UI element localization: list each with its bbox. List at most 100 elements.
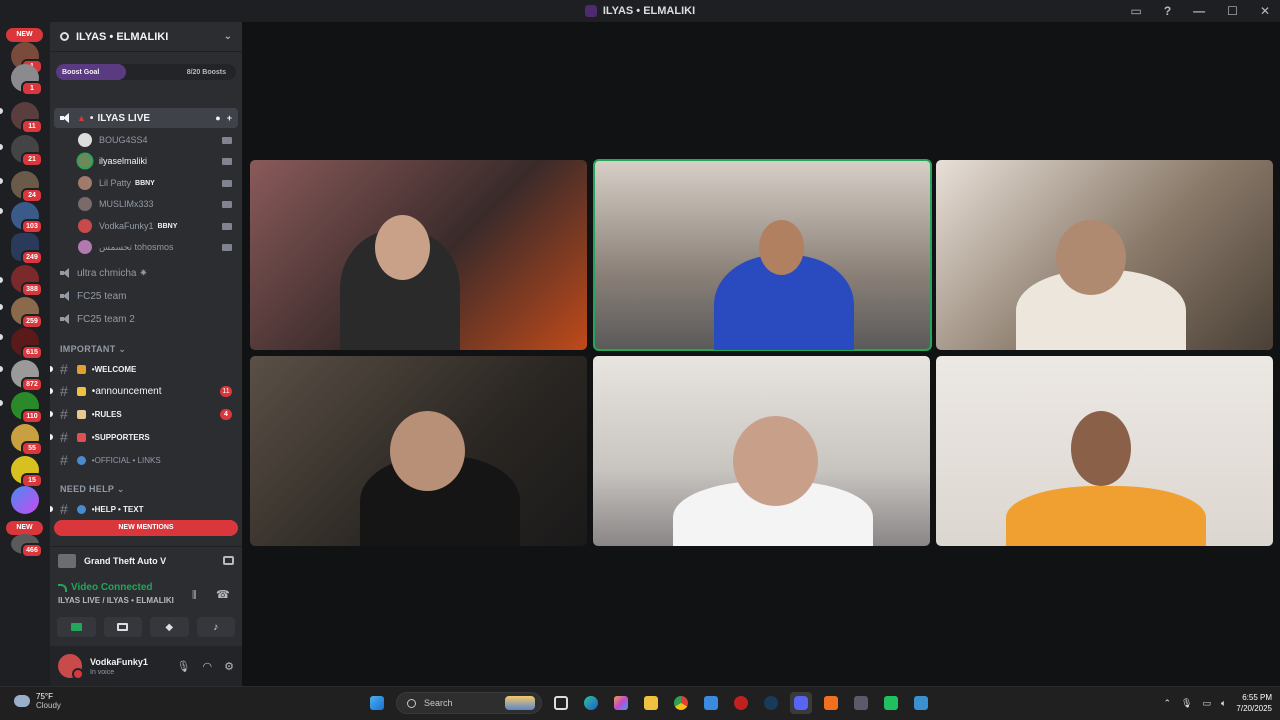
unread-pip [50, 388, 53, 394]
camera-button[interactable] [57, 617, 96, 637]
category-need-help[interactable]: NEED HELP ⌄ [60, 484, 125, 495]
steam-button[interactable] [760, 692, 782, 714]
volume-icon[interactable]: 🔈︎ [1221, 698, 1226, 709]
window-title: ILYAS • ELMALIKI [602, 5, 696, 17]
folder-icon [644, 696, 658, 710]
text-channel[interactable]: # • announcement 11 [50, 381, 238, 401]
screen-share-button[interactable] [103, 617, 142, 637]
voice-user[interactable]: Lil Patty BBNY [78, 173, 238, 193]
maximize-button[interactable]: ☐ [1227, 4, 1238, 18]
participant-head [733, 416, 818, 506]
camera-icon [70, 623, 82, 631]
video-tile[interactable] [936, 356, 1273, 546]
screen-share-icon[interactable] [223, 556, 234, 565]
server-icon[interactable]: 24 [11, 171, 43, 203]
disconnect-icon[interactable]: ☎ [216, 588, 230, 601]
voice-user[interactable]: تحسمس tohosmos [78, 237, 238, 257]
soundboard-button[interactable]: ♪ [196, 617, 235, 637]
chat-icon[interactable]: ● [215, 113, 220, 123]
microphone-icon[interactable]: 🎙︎ [1181, 698, 1192, 709]
voice-user-name: تحسمس tohosmos [99, 241, 174, 252]
server-icon[interactable]: 388 [11, 265, 43, 297]
server-icon[interactable]: 466 [11, 534, 43, 558]
server-icon[interactable]: 872 [11, 360, 43, 392]
text-channel[interactable]: # • HELP • TEXT [50, 499, 238, 519]
server-icon[interactable] [11, 486, 39, 514]
camera-icon [222, 200, 232, 208]
copilot-button[interactable] [610, 692, 632, 714]
microphone-icon[interactable]: 🎙︎ [177, 660, 191, 673]
user-avatar[interactable] [58, 654, 84, 680]
server-header[interactable]: ILYAS • ELMALIKI ⌄ [50, 22, 242, 52]
help-icon[interactable]: ? [1164, 4, 1171, 18]
invite-icon[interactable]: + [227, 113, 232, 123]
boost-goal-bar[interactable]: Boost Goal 8/20 Boosts [56, 64, 236, 80]
noise-suppression-icon[interactable]: ⫼ [192, 590, 197, 601]
server-icon[interactable]: 15 [11, 456, 43, 488]
steam-icon [764, 696, 778, 710]
minimize-button[interactable]: — [1193, 4, 1205, 18]
voice-user[interactable]: MUSLIMx333 [78, 194, 238, 214]
task-view-button[interactable] [550, 692, 572, 714]
voice-channel[interactable]: ultra chmicha ✷ [54, 263, 238, 283]
server-icon[interactable]: 259 [11, 297, 43, 329]
server-icon[interactable]: 55 [11, 424, 43, 456]
category-important[interactable]: IMPORTANT ⌄ [60, 344, 126, 355]
participant-head [390, 411, 465, 491]
text-channel[interactable]: # • RULES 4 [50, 404, 238, 424]
voice-channel-ilyas-live[interactable]: ▲ • ILYAS LIVE ● + [54, 108, 238, 128]
server-icon[interactable]: 1 [11, 64, 43, 96]
server-icon[interactable]: 21 [11, 135, 43, 167]
video-tile-speaking[interactable] [593, 159, 932, 351]
time: 6:55 PM [1242, 693, 1272, 702]
voice-channel[interactable]: FC25 team [54, 286, 238, 306]
gear-icon[interactable]: ⚙ [224, 660, 234, 673]
connected-channel[interactable]: ILYAS LIVE / ILYAS • ELMALIKI [58, 596, 234, 605]
participant-head [375, 215, 430, 280]
video-tile[interactable] [936, 160, 1273, 350]
display-icon[interactable]: ▭ [1202, 698, 1211, 709]
new-unreads-pill[interactable]: NEW [6, 28, 43, 42]
clock[interactable]: 6:55 PM 7/20/2025 [1236, 692, 1272, 714]
text-channel[interactable]: # • SUPPORTERS [50, 427, 238, 447]
username[interactable]: VodkaFunky1 [90, 657, 148, 667]
file-explorer-button[interactable] [640, 692, 662, 714]
calculator-button[interactable] [850, 692, 872, 714]
voice-user[interactable]: VodkaFunky1 BBNY [78, 216, 238, 236]
new-mentions-button[interactable]: NEW MENTIONS [54, 520, 238, 536]
edge-button[interactable] [580, 692, 602, 714]
connection-status[interactable]: Video Connected [58, 582, 234, 593]
start-button[interactable] [366, 692, 388, 714]
server-icon[interactable]: 11 [11, 102, 43, 134]
user-panel: VodkaFunky1 In voice 🎙︎ ◠ ⚙ [50, 646, 242, 686]
app-button[interactable] [730, 692, 752, 714]
orange-app-button[interactable] [820, 692, 842, 714]
text-channel[interactable]: # • OFFICIAL • LINKS [54, 450, 238, 470]
discord-button[interactable] [790, 692, 812, 714]
headphones-icon[interactable]: ◠ [203, 660, 213, 673]
weather-widget[interactable]: 75°F Cloudy [14, 692, 61, 710]
avatar [78, 154, 92, 168]
voice-user[interactable]: BOUG4SS4 [78, 130, 238, 150]
activities-button[interactable]: ◆ [150, 617, 189, 637]
chevron-up-icon[interactable]: ⌃ [1164, 698, 1172, 709]
close-button[interactable]: ✕ [1260, 4, 1270, 18]
server-icon[interactable]: 615 [11, 328, 43, 360]
video-tile[interactable] [250, 160, 587, 350]
task-view-icon [554, 696, 568, 710]
server-icon-selected[interactable]: 249 [11, 233, 43, 265]
photo-app-button[interactable] [910, 692, 932, 714]
video-tile[interactable] [250, 356, 587, 546]
new-unreads-pill[interactable]: NEW [6, 521, 43, 535]
green-app-button[interactable] [880, 692, 902, 714]
server-icon[interactable]: 103 [11, 202, 43, 234]
taskbar-search[interactable]: Search [396, 692, 542, 714]
video-tile[interactable] [593, 356, 930, 546]
voice-channel[interactable]: FC25 team 2 [54, 309, 238, 329]
voice-user[interactable]: ilyaselmaliki [78, 151, 238, 171]
store-button[interactable] [700, 692, 722, 714]
server-icon[interactable]: 110 [11, 392, 43, 424]
chrome-button[interactable] [670, 692, 692, 714]
text-channel[interactable]: # • WELCOME [50, 359, 238, 379]
inbox-icon[interactable]: ▭ [1130, 4, 1141, 18]
